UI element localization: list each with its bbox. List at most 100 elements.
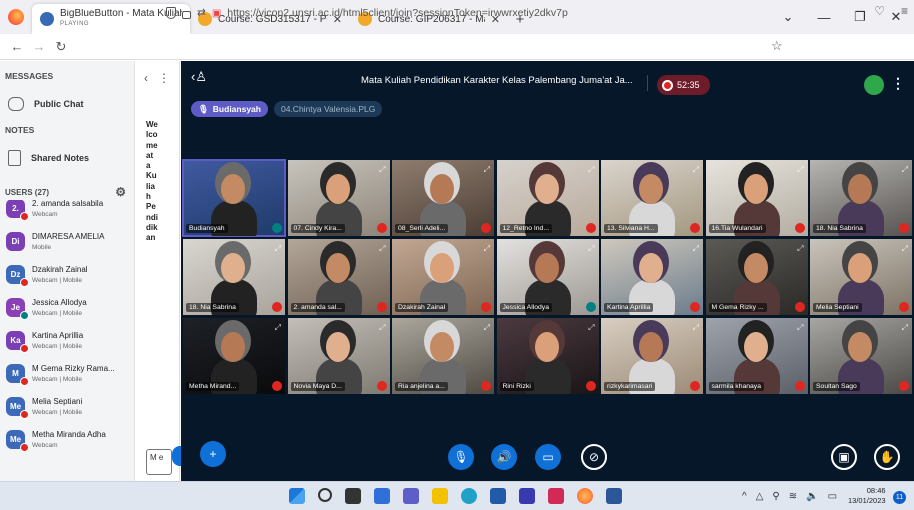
recording-indicator[interactable]: 52:35 [657, 75, 710, 95]
shared-notes-item[interactable]: Shared Notes [0, 143, 134, 173]
audio-button[interactable]: 🔊 [491, 444, 517, 470]
bookmark-star-icon[interactable]: ☆ [771, 38, 783, 54]
store-icon[interactable] [490, 488, 506, 504]
expand-icon[interactable]: ⤢ [693, 244, 699, 254]
wifi-icon[interactable]: ≋ [789, 491, 797, 502]
user-list-item[interactable]: M M Gema Rizky Rama... Webcam | Mobile [0, 357, 130, 390]
expand-icon[interactable]: ⤢ [797, 165, 803, 175]
expand-icon[interactable]: ⤢ [275, 323, 281, 333]
participant-name[interactable]: Kartina Aprillia [604, 303, 654, 312]
participant-name[interactable]: sarmila khanaya [708, 382, 764, 391]
expand-icon[interactable]: ⤢ [588, 244, 594, 254]
expand-icon[interactable]: ⤢ [902, 323, 908, 333]
video-tile[interactable]: ⤢ Dzakirah Zainal [392, 239, 494, 315]
user-list-item[interactable]: Di DIMARESA AMELIA Mobile [0, 225, 130, 258]
forward-button[interactable]: → [28, 39, 50, 54]
notification-badge[interactable]: 11 [893, 491, 906, 504]
battery-icon[interactable]: ▭ [828, 491, 837, 502]
reload-button[interactable]: ↻ [50, 39, 72, 55]
google-drive-icon[interactable]: △ [756, 491, 764, 502]
camera-permission-icon[interactable]: ▣ [212, 8, 221, 19]
chat-icon[interactable] [403, 488, 419, 504]
participant-name[interactable]: Melia Septiani [813, 303, 862, 312]
start-icon[interactable] [289, 488, 305, 504]
speaker-icon[interactable]: 🔈 [806, 491, 818, 502]
expand-icon[interactable]: ⤢ [693, 165, 699, 175]
actions-button[interactable]: + [200, 441, 226, 467]
expand-icon[interactable]: ⤢ [693, 323, 699, 333]
video-tile[interactable]: ⤢ Soultan Sago [810, 318, 912, 394]
participant-name[interactable]: Budiansyah [186, 224, 228, 233]
tracking-shield-icon[interactable] [166, 7, 176, 19]
usb-icon[interactable]: ⚲ [772, 491, 779, 502]
video-tile[interactable]: ⤢ Ria anjelina a... [392, 318, 494, 394]
expand-icon[interactable]: ⤢ [902, 165, 908, 175]
participant-name[interactable]: Dzakirah Zainal [395, 303, 449, 312]
task-view-icon[interactable] [345, 488, 361, 504]
expand-icon[interactable]: ⤢ [797, 323, 803, 333]
search-icon[interactable] [318, 488, 332, 502]
talker-badge[interactable]: 04.Chintya Valensia.PLG [273, 101, 383, 117]
video-tile[interactable]: ⤢ 16.Tia Wulandari [705, 160, 808, 236]
raise-hand-button[interactable]: ✋ [874, 444, 900, 470]
video-tile[interactable]: ⤢ sarmila khanaya [705, 318, 808, 394]
participant-name[interactable]: 13. Silviana H... [604, 224, 658, 233]
video-tile[interactable]: ⤢ Melia Septiani [810, 239, 912, 315]
minimize-button[interactable]: — [806, 0, 842, 34]
chevron-up-icon[interactable]: ^ [742, 491, 747, 502]
expand-icon[interactable]: ⤢ [588, 323, 594, 333]
video-tile[interactable]: ⤢ M Gema Rizky ... [705, 239, 808, 315]
expand-icon[interactable]: ⤢ [379, 244, 385, 254]
user-list-item[interactable]: Ka Kartina Aprillia Webcam | Mobile [0, 324, 130, 357]
video-tile[interactable]: ⤢ 08_Serli Adeli... [392, 160, 494, 236]
webcam-button[interactable]: ▭ [535, 444, 561, 470]
url-bar[interactable]: ⇄ ▣ https://vicon2.unsri.ac.id/html5clie… [166, 3, 796, 23]
video-tile[interactable]: ⤢ 18. Nia Sabrina [183, 239, 285, 315]
participant-name[interactable]: rizkykarimasari [604, 382, 656, 391]
chat-message-input[interactable]: M e [146, 449, 172, 475]
expand-icon[interactable]: ⤢ [902, 244, 908, 254]
participant-name[interactable]: Rini Rizki [499, 382, 534, 391]
microphone-button[interactable]: 🎙 [448, 444, 474, 470]
video-tile[interactable]: ⤢ Novia Maya D... [287, 318, 390, 394]
connection-status-icon[interactable] [864, 75, 884, 95]
expand-icon[interactable]: ⤢ [275, 244, 281, 254]
presentation-button[interactable]: ▣ [831, 444, 857, 470]
participant-name[interactable]: Soultan Sago [813, 382, 860, 391]
participant-name[interactable]: Ria anjelina a... [395, 382, 448, 391]
public-chat-item[interactable]: Public Chat [0, 89, 134, 119]
participant-name[interactable]: Novia Maya D... [290, 382, 345, 391]
user-list-item[interactable]: Je Jessica Allodya Webcam | Mobile [0, 291, 130, 324]
user-list-item[interactable]: 2. 2. amanda salsabila Webcam [0, 200, 130, 225]
video-tile[interactable]: ⤢ 2. amanda sal... [287, 239, 390, 315]
options-menu-icon[interactable]: ⋮ [891, 75, 905, 92]
app-icon[interactable] [548, 488, 564, 504]
video-tile[interactable]: ⤢ Rini Rizki [496, 318, 599, 394]
toggle-user-list-icon[interactable]: ‹♙ [191, 69, 207, 85]
expand-icon[interactable]: ⤢ [797, 244, 803, 254]
video-tile[interactable]: ⤢ Jessica Allodya [496, 239, 599, 315]
lock-icon[interactable] [182, 10, 191, 19]
video-tile[interactable]: ⤢ 07. Cindy Kira... [287, 160, 390, 236]
expand-icon[interactable]: ⤢ [588, 165, 594, 175]
participant-name[interactable]: 18. Nia Sabrina [186, 303, 239, 312]
participant-name[interactable]: Jessica Allodya [499, 303, 552, 312]
video-tile[interactable]: Budiansyah [182, 159, 286, 237]
participant-name[interactable]: 18. Nia Sabrina [813, 224, 866, 233]
video-tile[interactable]: ⤢ 12_Retno Ind... [496, 160, 599, 236]
user-list-item[interactable]: Me Metha Miranda Adha Webcam [0, 423, 130, 456]
firefox-menu-icon[interactable] [0, 0, 32, 34]
hide-chat-chevron-icon[interactable]: ‹ [144, 71, 148, 85]
pocket-icon[interactable]: ♡ [874, 4, 885, 18]
user-list-item[interactable]: Dz Dzakirah Zainal Webcam | Mobile [0, 258, 130, 291]
video-tile[interactable]: ⤢ rizkykarimasari [601, 318, 703, 394]
expand-icon[interactable]: ⤢ [484, 323, 490, 333]
back-button[interactable]: ← [6, 39, 28, 54]
participant-name[interactable]: 2. amanda sal... [290, 303, 345, 312]
word-icon[interactable] [606, 488, 622, 504]
participant-name[interactable]: 12_Retno Ind... [499, 224, 552, 233]
expand-icon[interactable]: ⤢ [484, 244, 490, 254]
firefox-icon[interactable] [577, 488, 593, 504]
video-tile[interactable]: ⤢ Metha Mirand... [183, 318, 285, 394]
widgets-icon[interactable] [374, 488, 390, 504]
